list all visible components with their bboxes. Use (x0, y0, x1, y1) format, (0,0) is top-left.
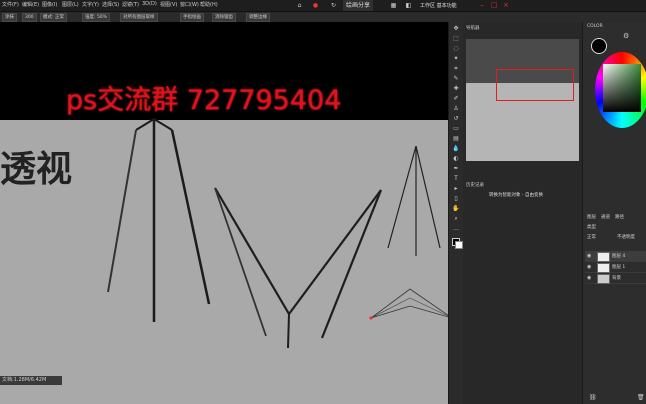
workspace-icon[interactable]: ◧ (405, 2, 412, 9)
menu-filter[interactable]: 滤镜(T) (122, 1, 139, 8)
layer-row[interactable]: ◉ 图层 1 (585, 262, 646, 273)
share-button[interactable]: 绘画分享 (343, 0, 373, 11)
menu-layer[interactable]: 图层(L) (62, 1, 79, 8)
color-tab[interactable]: COLOR (587, 24, 603, 29)
menu-image[interactable]: 图像(I) (42, 1, 57, 8)
menu-help[interactable]: 帮助(H) (200, 1, 218, 8)
minimize-icon[interactable]: – (478, 1, 486, 9)
watermark-text: ps交流群 727795404 (66, 85, 342, 116)
menu-window[interactable]: 窗口(W) (180, 1, 199, 8)
layer-filter-kind[interactable]: 类型 (587, 224, 596, 230)
arrange-icon[interactable]: ▦ (390, 2, 397, 9)
magic-wand-icon[interactable]: ✦ (452, 56, 460, 62)
options-bar-right (290, 12, 446, 22)
opacity-label: 不透明度 (617, 235, 635, 240)
doc-status: 文档:1.28M/6.42M (0, 376, 62, 385)
palette-icon[interactable]: ⚙ (623, 32, 629, 40)
refine-edge-button[interactable]: 调整边缘 (246, 13, 270, 22)
navigator-thumbnail[interactable] (466, 39, 579, 161)
history-tab[interactable]: 历史记录 (466, 182, 484, 188)
type-icon[interactable]: T (452, 176, 460, 182)
sample-all-checkbox[interactable]: 对所有图层取样 (120, 13, 158, 22)
menu-view[interactable]: 视图(V) (160, 1, 177, 8)
anti-alias-checkbox[interactable]: 消除锯齿 (212, 13, 236, 22)
maximize-icon[interactable]: □ (490, 1, 498, 9)
color-panel: COLOR ⚙ (582, 22, 646, 208)
layers-tab[interactable]: 图层 (587, 214, 596, 220)
shape-icon[interactable]: ▯ (452, 196, 460, 202)
trash-icon[interactable]: 🗑 (637, 394, 645, 401)
brush-icon[interactable]: ✐ (452, 96, 460, 102)
layer-thumbnail (597, 263, 610, 273)
options-bar: 涂抹 300 模式: 正常 强度: 50% 对所有图层取样 手指绘画 消除锯齿 … (0, 12, 290, 22)
layer-thumbnail (597, 252, 610, 262)
layer-name: 图层 4 (612, 254, 626, 259)
menu-select[interactable]: 选择(S) (102, 1, 119, 8)
more-icon[interactable]: … (452, 226, 460, 232)
tool-preset[interactable]: 涂抹 (2, 13, 17, 22)
layer-name: 背景 (612, 276, 621, 281)
blur-icon[interactable]: 💧 (452, 146, 460, 152)
layers-panel: 图层 通道 路径 类型 正常 不透明度 ◉ 图层 4 ◉ 图层 1 ◉ 背景 ⛓… (582, 208, 646, 404)
color-picker-square[interactable] (603, 64, 641, 112)
menu-type[interactable]: 文字(Y) (82, 1, 99, 8)
layer-name: 图层 1 (612, 265, 626, 270)
mode-select[interactable]: 模式: 正常 (40, 13, 67, 22)
rotate-view-icon[interactable]: ↻ (330, 2, 337, 9)
background-color-swatch[interactable] (455, 241, 463, 249)
canvas-heading: 透视 (0, 149, 73, 190)
pen-icon[interactable]: ✒ (452, 166, 460, 172)
link-icon[interactable]: ⛓ (589, 394, 597, 401)
move-icon[interactable]: ✥ (452, 26, 460, 32)
menu-bar: 文件(F) 编辑(E) 图像(I) 图层(L) 文字(Y) 选择(S) 滤镜(T… (0, 0, 646, 12)
tools-panel: ✥ ⬚ ◌ ✦ ⌗ ✎ ✚ ✐ ♙ ↺ ▭ ▤ 💧 ◐ ✒ T ▸ ▯ ✋ ⌕ … (448, 22, 464, 404)
history-item[interactable]: 转换为智能对象 - 自由变换 (489, 192, 543, 198)
eye-icon[interactable]: ◉ (587, 253, 593, 259)
navigator-view-frame[interactable] (496, 69, 574, 101)
eraser-icon[interactable]: ▭ (452, 126, 460, 132)
layer-row[interactable]: ◉ 背景 (585, 273, 646, 284)
eyedropper-icon[interactable]: ✎ (452, 76, 460, 82)
channels-tab[interactable]: 通道 (601, 214, 610, 220)
history-panel: 历史记录 转换为智能对象 - 自由变换 (463, 180, 582, 404)
eye-icon[interactable]: ◉ (587, 264, 593, 270)
stamp-icon[interactable]: ♙ (452, 106, 460, 112)
zoom-icon[interactable]: ⌕ (452, 216, 460, 222)
navigator-panel: 导航器 (463, 22, 582, 180)
home-icon[interactable]: ⌂ (296, 2, 303, 9)
lasso-icon[interactable]: ◌ (452, 46, 460, 52)
layer-row[interactable]: ◉ 图层 4 (585, 251, 646, 262)
layer-thumbnail (597, 274, 610, 284)
history-brush-icon[interactable]: ↺ (452, 116, 460, 122)
color-swatch-fg[interactable] (591, 38, 607, 54)
gradient-icon[interactable]: ▤ (452, 136, 460, 142)
eye-icon[interactable]: ◉ (587, 275, 593, 281)
crop-icon[interactable]: ⌗ (452, 66, 460, 72)
blend-mode-select[interactable]: 正常 (587, 234, 596, 240)
healing-icon[interactable]: ✚ (452, 86, 460, 92)
hand-icon[interactable]: ✋ (452, 206, 460, 212)
record-icon[interactable]: ● (312, 2, 319, 9)
brush-size[interactable]: 300 (22, 13, 37, 22)
menu-file[interactable]: 文件(F) (2, 1, 19, 8)
dodge-icon[interactable]: ◐ (452, 156, 460, 162)
menu-edit[interactable]: 编辑(E) (22, 1, 39, 8)
menu-3d[interactable]: 3D(D) (142, 1, 157, 7)
window-title: 工作区 基本功能 (420, 3, 457, 9)
navigator-tab[interactable]: 导航器 (466, 25, 480, 31)
path-select-icon[interactable]: ▸ (452, 186, 460, 192)
close-icon[interactable]: × (502, 1, 510, 9)
strength-field[interactable]: 强度: 50% (82, 13, 110, 22)
finger-paint-checkbox[interactable]: 手指绘画 (180, 13, 204, 22)
paths-tab[interactable]: 路径 (615, 214, 624, 220)
marquee-icon[interactable]: ⬚ (452, 36, 460, 42)
